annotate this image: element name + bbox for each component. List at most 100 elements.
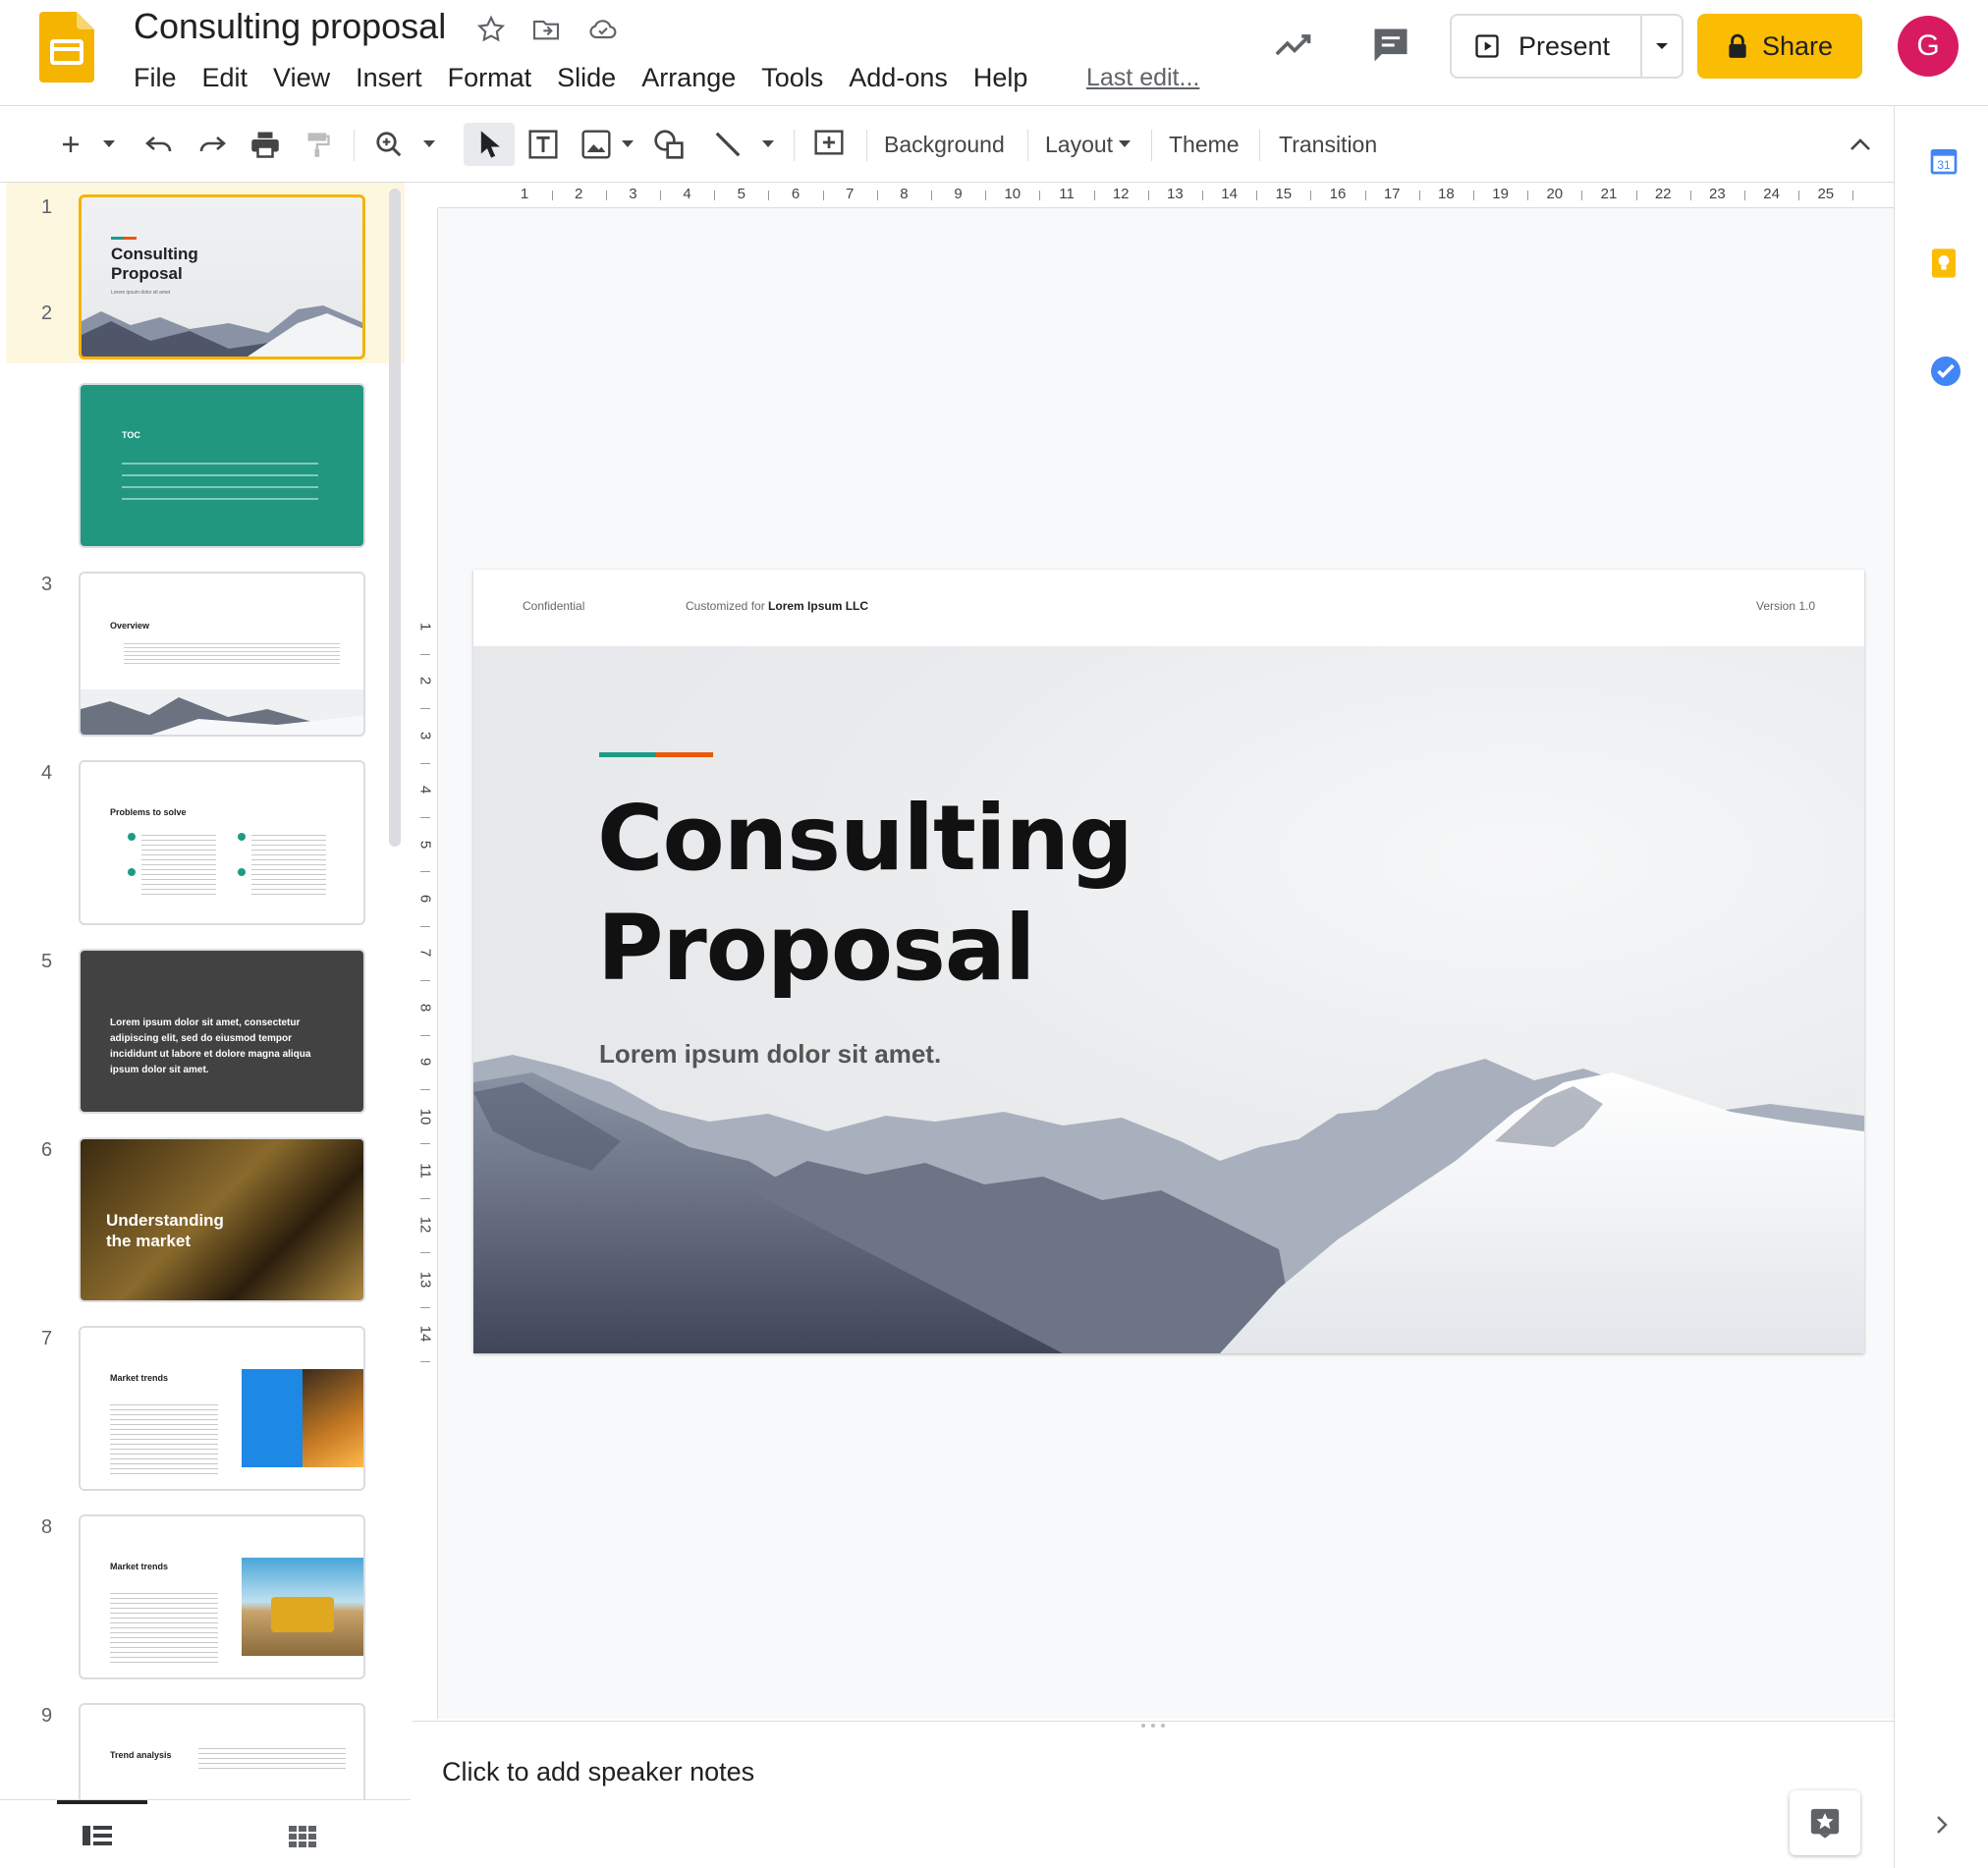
confidential-label[interactable]: Confidential xyxy=(523,599,584,613)
slide-thumbnail-2[interactable]: TOC xyxy=(79,383,365,548)
select-tool-button[interactable] xyxy=(464,123,515,166)
text-box-button[interactable] xyxy=(523,123,564,166)
bulldozer-image xyxy=(242,1558,363,1656)
menu-edit[interactable]: Edit xyxy=(190,59,261,96)
slide-title-line-2: Proposal xyxy=(597,896,1035,1001)
slide-thumbnail-5[interactable]: Lorem ipsum dolor sit amet, consectetur … xyxy=(79,949,365,1114)
layout-button[interactable]: Layout xyxy=(1045,123,1132,166)
speaker-notes-input[interactable]: Click to add speaker notes xyxy=(442,1757,754,1787)
svg-text:31: 31 xyxy=(1937,158,1951,172)
explore-button[interactable] xyxy=(1790,1790,1860,1855)
star-icon[interactable] xyxy=(475,14,507,45)
document-title[interactable]: Consulting proposal xyxy=(134,6,446,47)
slide-number: 5 xyxy=(41,951,53,972)
comment-icon[interactable] xyxy=(1369,24,1412,67)
customized-for-label[interactable]: Customized for Lorem Ipsum LLC xyxy=(686,599,868,613)
filmstrip-view-icon[interactable] xyxy=(83,1824,112,1847)
ruler-tick xyxy=(1744,191,1745,200)
share-button[interactable]: Share xyxy=(1697,14,1862,79)
expand-side-panel-button[interactable] xyxy=(1930,1813,1954,1837)
keep-icon[interactable] xyxy=(1928,247,1960,279)
thumb-title: Overview xyxy=(110,621,150,631)
menu-help[interactable]: Help xyxy=(961,59,1041,96)
ruler-tick-label: 15 xyxy=(1275,186,1293,202)
horizontal-ruler[interactable]: 1 2 3 4 5 6 7 8 9 10 11 12 13 14 15 16 17 18 19 20 21 22 23 24 2… xyxy=(438,183,1894,208)
add-comment-icon xyxy=(814,130,844,155)
ruler-ticks: 1 2 3 4 5 6 7 8 9 10 11 12 13 14 15 16 17 18 19 20 21 22 23 24 2… xyxy=(438,183,1894,208)
menu-view[interactable]: View xyxy=(260,59,343,96)
slides-logo-icon[interactable] xyxy=(39,12,94,82)
slide-thumbnail-6[interactable]: Understanding the market xyxy=(79,1137,365,1302)
present-main-button[interactable]: Present xyxy=(1452,16,1640,77)
thumb-text-lines xyxy=(122,456,318,507)
zoom-dropdown[interactable] xyxy=(416,123,442,166)
grid-view-icon[interactable] xyxy=(289,1824,316,1847)
menu-tools[interactable]: Tools xyxy=(748,59,836,96)
thumb-title: Market trends xyxy=(110,1562,169,1571)
filmstrip-scrollbar[interactable] xyxy=(389,189,401,847)
shape-button[interactable] xyxy=(648,123,690,166)
line-icon xyxy=(715,132,741,157)
menu-slide[interactable]: Slide xyxy=(544,59,629,96)
version-label[interactable]: Version 1.0 xyxy=(1756,599,1815,613)
ruler-tick xyxy=(420,653,430,655)
line-tool-button[interactable] xyxy=(707,123,748,166)
new-slide-layout-dropdown[interactable] xyxy=(94,123,124,166)
ruler-tick-label: 3 xyxy=(416,731,434,740)
move-to-folder-icon[interactable] xyxy=(530,14,562,45)
ruler-tick-label: 13 xyxy=(416,1271,434,1289)
present-button[interactable]: Present xyxy=(1450,14,1684,79)
slide-number: 8 xyxy=(41,1516,53,1538)
paint-format-button[interactable] xyxy=(299,123,338,166)
menu-add-ons[interactable]: Add-ons xyxy=(836,59,961,96)
slide-thumbnail-3[interactable]: Overview xyxy=(79,572,365,737)
zoom-button[interactable] xyxy=(367,123,411,166)
ruler-tick xyxy=(420,1034,430,1036)
thumb-title: Consulting Proposal xyxy=(111,245,198,283)
slide-title[interactable]: Consulting Proposal xyxy=(597,784,1133,1004)
cloud-saved-icon[interactable] xyxy=(587,14,619,45)
current-slide[interactable]: Confidential Customized for Lorem Ipsum … xyxy=(473,570,1864,1353)
cursor-arrow-icon xyxy=(480,131,500,158)
insert-image-button[interactable] xyxy=(576,123,617,166)
ruler-tick xyxy=(420,925,430,927)
activity-trend-icon[interactable] xyxy=(1273,26,1316,65)
tasks-icon[interactable] xyxy=(1928,354,1963,389)
add-comment-button[interactable] xyxy=(807,123,851,166)
app-header: Consulting proposal File Edit View Inser… xyxy=(0,0,1988,106)
undo-button[interactable] xyxy=(139,123,179,166)
caret-down-icon xyxy=(622,140,634,147)
slide-thumbnail-1[interactable]: Consulting Proposal Lorem ipsum dolor si… xyxy=(79,194,365,359)
menu-arrange[interactable]: Arrange xyxy=(629,59,748,96)
thumb-text-lines xyxy=(198,1744,346,1770)
ruler-tick-label: 5 xyxy=(737,186,746,202)
line-tool-dropdown[interactable] xyxy=(756,123,780,166)
ruler-tick xyxy=(1635,191,1637,200)
ruler-tick xyxy=(1418,191,1420,200)
menu-insert[interactable]: Insert xyxy=(343,59,435,96)
ruler-tick xyxy=(768,191,770,200)
active-view-indicator xyxy=(57,1800,147,1804)
print-button[interactable] xyxy=(246,123,285,166)
menu-file[interactable]: File xyxy=(132,59,190,96)
insert-image-dropdown[interactable] xyxy=(617,123,638,166)
ruler-tick-label: 24 xyxy=(1763,186,1780,202)
notes-resize-handle[interactable] xyxy=(1130,1724,1177,1731)
slide-thumbnail-9[interactable]: Trend analysis xyxy=(79,1703,365,1799)
vertical-ruler[interactable]: 1 2 3 4 5 6 7 8 9 10 11 12 13 14 xyxy=(413,208,438,1719)
present-dropdown-button[interactable] xyxy=(1640,16,1682,77)
theme-button[interactable]: Theme xyxy=(1169,123,1240,166)
account-avatar[interactable]: G xyxy=(1898,16,1959,77)
thumb-text-lines xyxy=(110,1401,218,1475)
background-button[interactable]: Background xyxy=(884,123,1005,166)
transition-button[interactable]: Transition xyxy=(1279,123,1377,166)
redo-button[interactable] xyxy=(193,123,232,166)
slide-thumbnail-4[interactable]: Problems to solve xyxy=(79,760,365,925)
menu-format[interactable]: Format xyxy=(435,59,545,96)
slide-thumbnail-7[interactable]: Market trends xyxy=(79,1326,365,1491)
calendar-icon[interactable]: 31 xyxy=(1928,145,1960,177)
collapse-toolbar-button[interactable] xyxy=(1843,123,1878,166)
slide-thumbnail-8[interactable]: Market trends xyxy=(79,1514,365,1679)
new-slide-button[interactable] xyxy=(51,123,90,166)
last-edit-link[interactable]: Last edit... xyxy=(1086,59,1199,96)
